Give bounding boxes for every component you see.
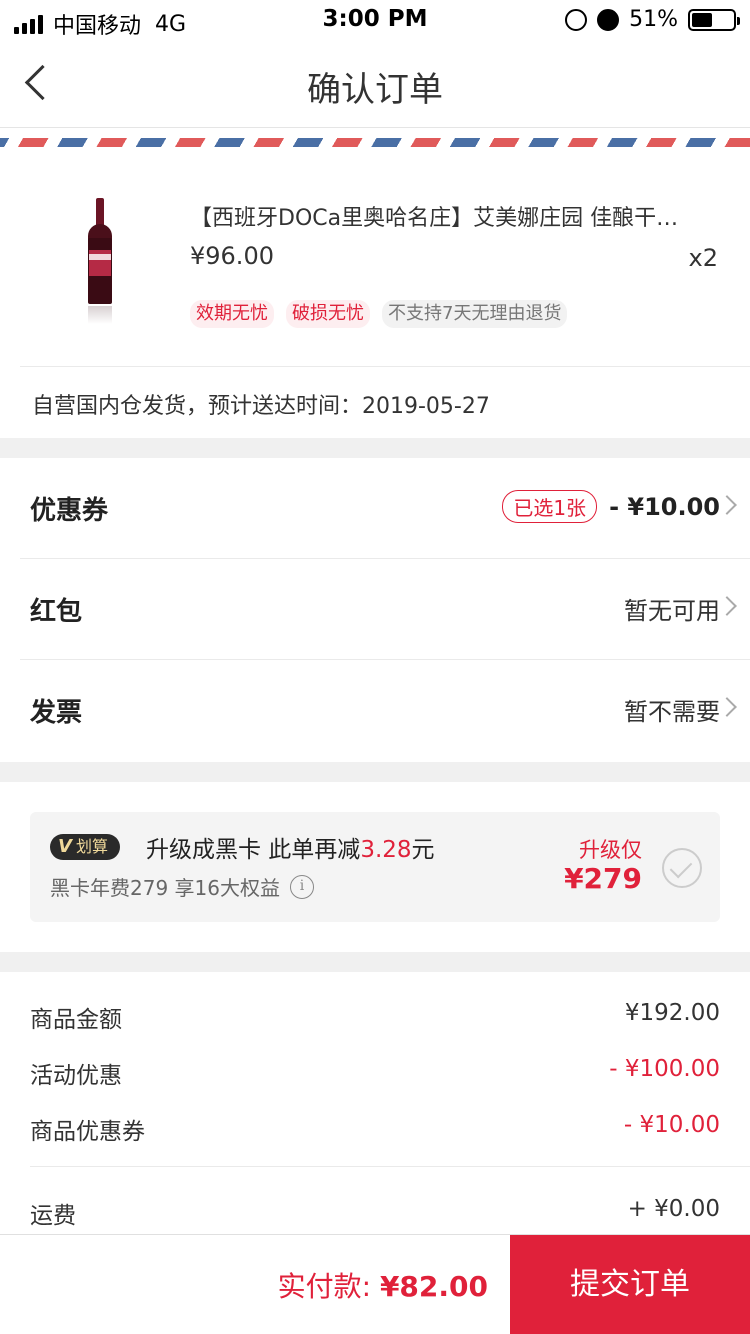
battery-tip	[737, 16, 740, 25]
battery-fill	[692, 12, 713, 27]
tag-expiry: 效期无忧	[190, 300, 274, 328]
upgrade-discount: 3.28	[360, 837, 412, 863]
summary-label: 商品优惠券	[30, 1119, 145, 1145]
summary-value: + ¥0.00	[627, 1196, 720, 1222]
summary-row-promo: 活动优惠 - ¥100.00	[30, 1056, 720, 1096]
stripe-background	[0, 128, 750, 166]
summary-value: ¥192.00	[624, 1000, 720, 1026]
upgrade-title: 升级成黑卡 此单再减3.28元	[146, 830, 435, 864]
summary-row-coupon: 商品优惠券 - ¥10.00	[30, 1112, 720, 1152]
bottle-label-stripe	[89, 254, 111, 260]
summary-label: 运费	[30, 1203, 76, 1229]
product-price: ¥96.00	[190, 242, 274, 270]
product-tags: 效期无忧 破损无忧 不支持7天无理由退货	[190, 300, 568, 328]
shipping-info: 自营国内仓发货，预计送达时间：2019-05-27	[32, 394, 490, 419]
red-packet-label: 红包	[30, 597, 83, 627]
page-title: 确认订单	[307, 70, 443, 110]
upgrade-box[interactable]: V 划算 升级成黑卡 此单再减3.28元 黑卡年费279 享16大权益 i 升级…	[30, 812, 720, 922]
battery-icon	[688, 8, 740, 31]
status-right: 51%	[565, 7, 740, 32]
coupon-row[interactable]: 优惠券 已选1张 - ¥10.00	[20, 458, 750, 559]
chevron-right-icon	[717, 596, 737, 616]
battery-percent: 51%	[629, 7, 678, 32]
airmail-stripe	[0, 138, 750, 147]
product-image[interactable]	[84, 198, 116, 324]
nav-bar: 确认订单	[0, 40, 750, 128]
divider	[30, 1166, 750, 1167]
coupon-value-group: 已选1张 - ¥10.00	[502, 490, 720, 523]
rotation-lock-icon	[565, 8, 588, 31]
status-bar: 中国移动 4G 3:00 PM 51%	[0, 0, 750, 40]
summary-row-shipping: 运费 + ¥0.00	[30, 1196, 720, 1236]
summary-row-goods: 商品金额 ¥192.00	[30, 1000, 720, 1040]
v-icon: V	[58, 836, 72, 857]
summary-value: - ¥10.00	[623, 1112, 720, 1138]
upgrade-price-label: 升级仅	[579, 838, 642, 862]
check-icon[interactable]	[662, 848, 702, 888]
red-packet-value: 暂无可用	[624, 597, 720, 625]
upgrade-price: ¥279	[564, 862, 642, 895]
checkout-bar: 实付款: ¥82.00 提交订单	[0, 1234, 750, 1334]
upgrade-subtitle: 黑卡年费279 享16大权益 i	[50, 872, 314, 901]
divider	[20, 366, 750, 367]
upgrade-sub-text: 黑卡年费279 享16大权益	[50, 876, 280, 900]
chevron-right-icon	[717, 495, 737, 515]
total-pay-label: 实付款:	[277, 1270, 372, 1303]
coupon-amount: - ¥10.00	[609, 492, 720, 521]
red-packet-row[interactable]: 红包 暂无可用	[20, 559, 750, 660]
alarm-icon	[597, 8, 620, 31]
invoice-label: 发票	[30, 698, 83, 728]
value-badge: V 划算	[50, 834, 120, 860]
summary-label: 商品金额	[30, 1007, 122, 1033]
product-card[interactable]: 【西班牙DOCa里奥哈名庄】艾美娜庄园 佳酿干… ¥96.00 x2 效期无忧 …	[0, 166, 750, 438]
summary-value: - ¥100.00	[609, 1056, 720, 1082]
upgrade-card: V 划算 升级成黑卡 此单再减3.28元 黑卡年费279 享16大权益 i 升级…	[0, 782, 750, 952]
upgrade-text-prefix: 升级成黑卡 此单再减	[146, 837, 361, 863]
product-quantity: x2	[688, 244, 718, 272]
value-badge-label: 划算	[75, 837, 108, 856]
total-pay: 实付款: ¥82.00	[278, 1265, 488, 1305]
total-pay-amount: ¥82.00	[379, 1270, 488, 1303]
coupon-label: 优惠券	[30, 496, 109, 526]
invoice-row[interactable]: 发票 暂不需要	[20, 660, 750, 761]
tag-no-return: 不支持7天无理由退货	[382, 300, 568, 328]
info-icon[interactable]: i	[289, 874, 314, 899]
invoice-value: 暂不需要	[624, 698, 720, 726]
summary-label: 活动优惠	[30, 1063, 122, 1089]
coupon-selected-badge: 已选1张	[502, 490, 598, 523]
options-card: 优惠券 已选1张 - ¥10.00 红包 暂无可用 发票 暂不需要	[0, 458, 750, 762]
bottle-reflection	[88, 306, 112, 324]
submit-order-button[interactable]: 提交订单	[510, 1235, 750, 1334]
tag-damage: 破损无忧	[286, 300, 370, 328]
product-title[interactable]: 【西班牙DOCa里奥哈名庄】艾美娜庄园 佳酿干…	[190, 200, 730, 232]
upgrade-text-suffix: 元	[411, 837, 435, 863]
chevron-right-icon	[717, 697, 737, 717]
